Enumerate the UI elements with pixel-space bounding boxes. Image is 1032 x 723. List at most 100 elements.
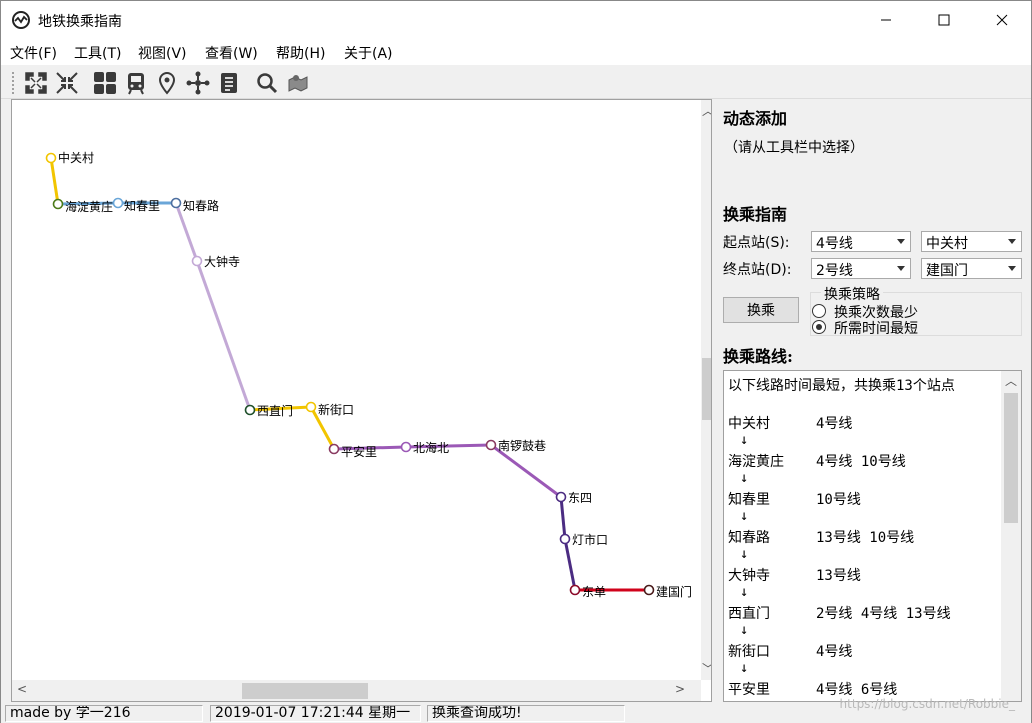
minimize-button[interactable] xyxy=(857,1,915,39)
scroll-left-icon[interactable]: < xyxy=(17,682,27,696)
route-segment xyxy=(195,260,252,411)
station-label[interactable]: 中关村 xyxy=(58,150,94,165)
station-label[interactable]: 海淀黄庄 xyxy=(65,199,113,214)
grid-button[interactable] xyxy=(91,70,119,96)
station-node[interactable] xyxy=(191,255,203,267)
train-button[interactable] xyxy=(122,70,150,96)
station-label[interactable]: 知春路 xyxy=(183,198,219,213)
route-result-textarea[interactable]: 以下线路时间最短，共换乘13个站点 中关村 4号线 ↓ 海淀黄庄 4号线 10号线 ↓ 知春里… xyxy=(723,370,1022,702)
start-line-select[interactable]: 4号线 xyxy=(811,231,911,252)
search-button[interactable] xyxy=(253,70,281,96)
station-node[interactable] xyxy=(244,404,256,416)
strategy-option-shortest-time-radio[interactable] xyxy=(812,320,826,334)
route-arrow: ↓ xyxy=(740,622,749,638)
route-station: 新街口 xyxy=(728,644,770,660)
station-node[interactable] xyxy=(569,584,581,596)
strategy-option-least-transfers-radio[interactable] xyxy=(812,304,826,318)
end-line-select[interactable]: 2号线 xyxy=(811,258,911,279)
station-label[interactable]: 北海北 xyxy=(413,440,449,455)
strategy-option-shortest-time-label[interactable]: 所需时间最短 xyxy=(834,318,918,338)
station-label[interactable]: 知春里 xyxy=(124,199,160,213)
toolbar-grip[interactable] xyxy=(11,71,15,95)
start-station-select[interactable]: 中关村 xyxy=(921,231,1022,252)
route-station: 中关村 xyxy=(728,416,770,432)
end-station-value: 建国门 xyxy=(926,263,968,279)
grid-icon xyxy=(94,72,116,94)
route-scroll-thumb[interactable] xyxy=(1004,393,1018,523)
transfer-button[interactable]: 换乘 xyxy=(723,297,799,323)
collapse-button[interactable] xyxy=(53,70,81,96)
metro-map[interactable]: 中关村海淀黄庄 知春里 知春路大钟寺西直门 新街口平安里 北海北 南锣鼓巷东四灯市口东单 建… xyxy=(12,100,701,680)
station-label[interactable]: 平安里 xyxy=(341,444,377,459)
menu-view[interactable]: 视图(V) xyxy=(138,43,187,63)
status-message: 换乘查询成功! xyxy=(427,705,625,722)
station-node[interactable] xyxy=(328,443,340,455)
station-node[interactable] xyxy=(643,584,655,596)
dynamic-add-hint: （请从工具栏中选择） xyxy=(724,140,864,156)
station-node[interactable] xyxy=(559,533,571,545)
chevron-down-icon xyxy=(1008,266,1016,271)
map-horizontal-scrollbar[interactable]: < > xyxy=(12,680,701,701)
station-label[interactable]: 西直门 xyxy=(257,403,293,418)
route-station: 海淀黄庄 xyxy=(728,454,784,470)
window-title: 地铁换乘指南 xyxy=(38,14,122,30)
route-lines: 2号线 4号线 13号线 xyxy=(816,606,951,622)
station-node[interactable] xyxy=(305,401,317,413)
map-horizontal-thumb[interactable] xyxy=(242,683,368,699)
route-segment xyxy=(49,157,60,205)
toolbar xyxy=(1,65,1031,99)
dynamic-add-title: 动态添加 xyxy=(723,109,788,128)
station-node[interactable] xyxy=(400,441,412,453)
map-vertical-thumb[interactable] xyxy=(702,358,711,420)
menu-about[interactable]: 关于(A) xyxy=(344,43,393,63)
maximize-button[interactable] xyxy=(915,1,973,39)
menu-help[interactable]: 帮助(H) xyxy=(276,43,325,63)
route-lines: 4号线 xyxy=(816,644,853,660)
menu-look[interactable]: 查看(W) xyxy=(205,43,258,63)
scroll-right-icon[interactable]: > xyxy=(675,682,685,696)
chevron-down-icon xyxy=(897,239,905,244)
route-station: 西直门 xyxy=(728,606,770,622)
metro-map-canvas[interactable]: 中关村海淀黄庄 知春里 知春路大钟寺西直门 新街口平安里 北海北 南锣鼓巷东四灯市口东单 建… xyxy=(11,99,712,702)
station-label[interactable]: 建国门 xyxy=(656,584,692,599)
network-button[interactable] xyxy=(184,70,212,96)
station-node[interactable] xyxy=(170,197,182,209)
route-lines: 4号线 10号线 xyxy=(816,454,906,470)
location-button[interactable] xyxy=(153,70,181,96)
map-button[interactable] xyxy=(284,70,312,96)
station-node[interactable] xyxy=(112,197,124,209)
train-icon xyxy=(128,73,144,95)
route-scrollbar[interactable]: ︿ xyxy=(1001,371,1021,701)
route-arrow: ↓ xyxy=(740,584,749,600)
main-window: 地铁换乘指南 文件(F) 工具(T) 视图(V) 查看(W) 帮助(H) 关于(… xyxy=(0,0,1032,723)
scroll-down-icon[interactable]: ﹀ xyxy=(702,660,711,677)
start-station-label: 起点站(S): xyxy=(723,235,790,251)
station-node[interactable] xyxy=(555,491,567,503)
document-button[interactable] xyxy=(215,70,243,96)
menu-tools[interactable]: 工具(T) xyxy=(74,43,121,63)
expand-button[interactable] xyxy=(22,70,50,96)
station-label[interactable]: 灯市口 xyxy=(572,532,608,547)
title-bar: 地铁换乘指南 xyxy=(1,1,1031,39)
scroll-up-icon[interactable]: ︿ xyxy=(702,102,711,119)
station-label[interactable]: 南锣鼓巷 xyxy=(498,438,546,453)
end-station-select[interactable]: 建国门 xyxy=(921,258,1022,279)
map-vertical-scrollbar[interactable]: ︿ ﹀ xyxy=(701,100,711,680)
menu-file[interactable]: 文件(F) xyxy=(10,43,57,63)
station-label[interactable]: 东单 xyxy=(582,585,606,599)
route-lines: 10号线 xyxy=(816,492,861,508)
close-button[interactable] xyxy=(973,1,1031,39)
station-node[interactable] xyxy=(45,152,57,164)
minimize-icon xyxy=(881,19,891,21)
transfer-guide-title: 换乘指南 xyxy=(723,205,788,224)
station-label[interactable]: 新街口 xyxy=(318,402,354,417)
status-datetime: 2019-01-07 17:21:44 星期一 xyxy=(210,705,421,722)
strategy-title: 换乘策略 xyxy=(821,284,883,304)
map-icon xyxy=(288,75,308,92)
station-label[interactable]: 大钟寺 xyxy=(204,254,240,269)
station-node[interactable] xyxy=(52,198,64,210)
station-node[interactable] xyxy=(485,439,497,451)
station-label[interactable]: 东四 xyxy=(568,491,592,505)
expand-icon xyxy=(25,72,47,94)
scroll-up-icon[interactable]: ︿ xyxy=(1005,372,1017,389)
